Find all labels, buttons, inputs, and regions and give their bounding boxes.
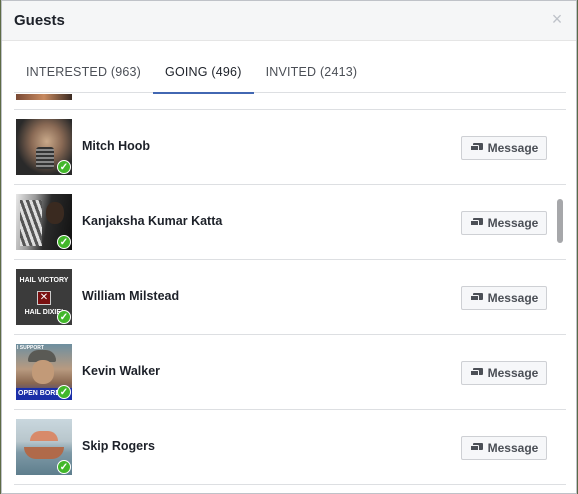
message-icon xyxy=(469,218,483,228)
avatar[interactable]: ✓ xyxy=(16,419,72,475)
guest-row: ✓ Skip Rogers Message xyxy=(14,410,566,485)
guests-dialog: Guests × INTERESTED (963) GOING (496) IN… xyxy=(1,0,577,494)
message-button-label: Message xyxy=(487,441,539,455)
avatar[interactable]: ✓ xyxy=(16,194,72,250)
guest-row: I SUPPORT OPEN BORD… FOR ISRAEL ✓ Kevin … xyxy=(14,335,566,410)
check-icon: ✓ xyxy=(57,310,71,324)
tab-going[interactable]: GOING (496) xyxy=(153,55,254,94)
guest-row: ✓ Mitch Hoob Message xyxy=(14,110,566,185)
dialog-header: Guests × xyxy=(2,1,576,41)
message-button-label: Message xyxy=(487,141,539,155)
guest-row: ✓ Kanjaksha Kumar Katta Message xyxy=(14,185,566,260)
message-button-label: Message xyxy=(487,216,539,230)
message-button-label: Message xyxy=(487,366,539,380)
avatar[interactable]: HAIL VICTORY ✕ HAIL DIXIE! ✓ xyxy=(16,269,72,325)
avatar[interactable]: I SUPPORT OPEN BORD… FOR ISRAEL ✓ xyxy=(16,344,72,400)
guest-name[interactable]: Skip Rogers xyxy=(82,439,155,453)
guest-name[interactable]: Mitch Hoob xyxy=(82,139,150,153)
guest-name[interactable]: William Milstead xyxy=(82,289,179,303)
message-button-label: Message xyxy=(487,291,539,305)
guest-name[interactable]: Kanjaksha Kumar Katta xyxy=(82,214,222,228)
avatar-caption: HAIL VICTORY xyxy=(19,277,69,284)
guest-row: HAIL VICTORY ✕ HAIL DIXIE! ✓ William Mil… xyxy=(14,260,566,335)
close-icon[interactable]: × xyxy=(548,10,566,28)
tab-interested[interactable]: INTERESTED (963) xyxy=(14,55,153,93)
message-button[interactable]: Message xyxy=(461,436,547,460)
message-button[interactable]: Message xyxy=(461,286,547,310)
avatar[interactable]: ✓ xyxy=(16,119,72,175)
dialog-title: Guests xyxy=(14,12,65,29)
message-icon xyxy=(469,293,483,303)
message-icon xyxy=(469,443,483,453)
guest-list[interactable]: ✓ Mitch Hoob Message ✓ Kanjaksha Kumar K… xyxy=(14,94,566,493)
check-icon: ✓ xyxy=(57,235,71,249)
message-icon xyxy=(469,368,483,378)
check-icon: ✓ xyxy=(57,460,71,474)
message-button[interactable]: Message xyxy=(461,211,547,235)
message-icon xyxy=(469,143,483,153)
guest-tabs: INTERESTED (963) GOING (496) INVITED (24… xyxy=(14,55,566,94)
partial-avatar xyxy=(16,94,72,100)
message-button[interactable]: Message xyxy=(461,361,547,385)
check-icon: ✓ xyxy=(57,385,71,399)
check-icon: ✓ xyxy=(57,160,71,174)
tab-invited[interactable]: INVITED (2413) xyxy=(254,55,370,93)
guest-name[interactable]: Kevin Walker xyxy=(82,364,160,378)
scrollbar-thumb[interactable] xyxy=(557,199,563,243)
saltire-icon: ✕ xyxy=(37,291,51,305)
message-button[interactable]: Message xyxy=(461,136,547,160)
